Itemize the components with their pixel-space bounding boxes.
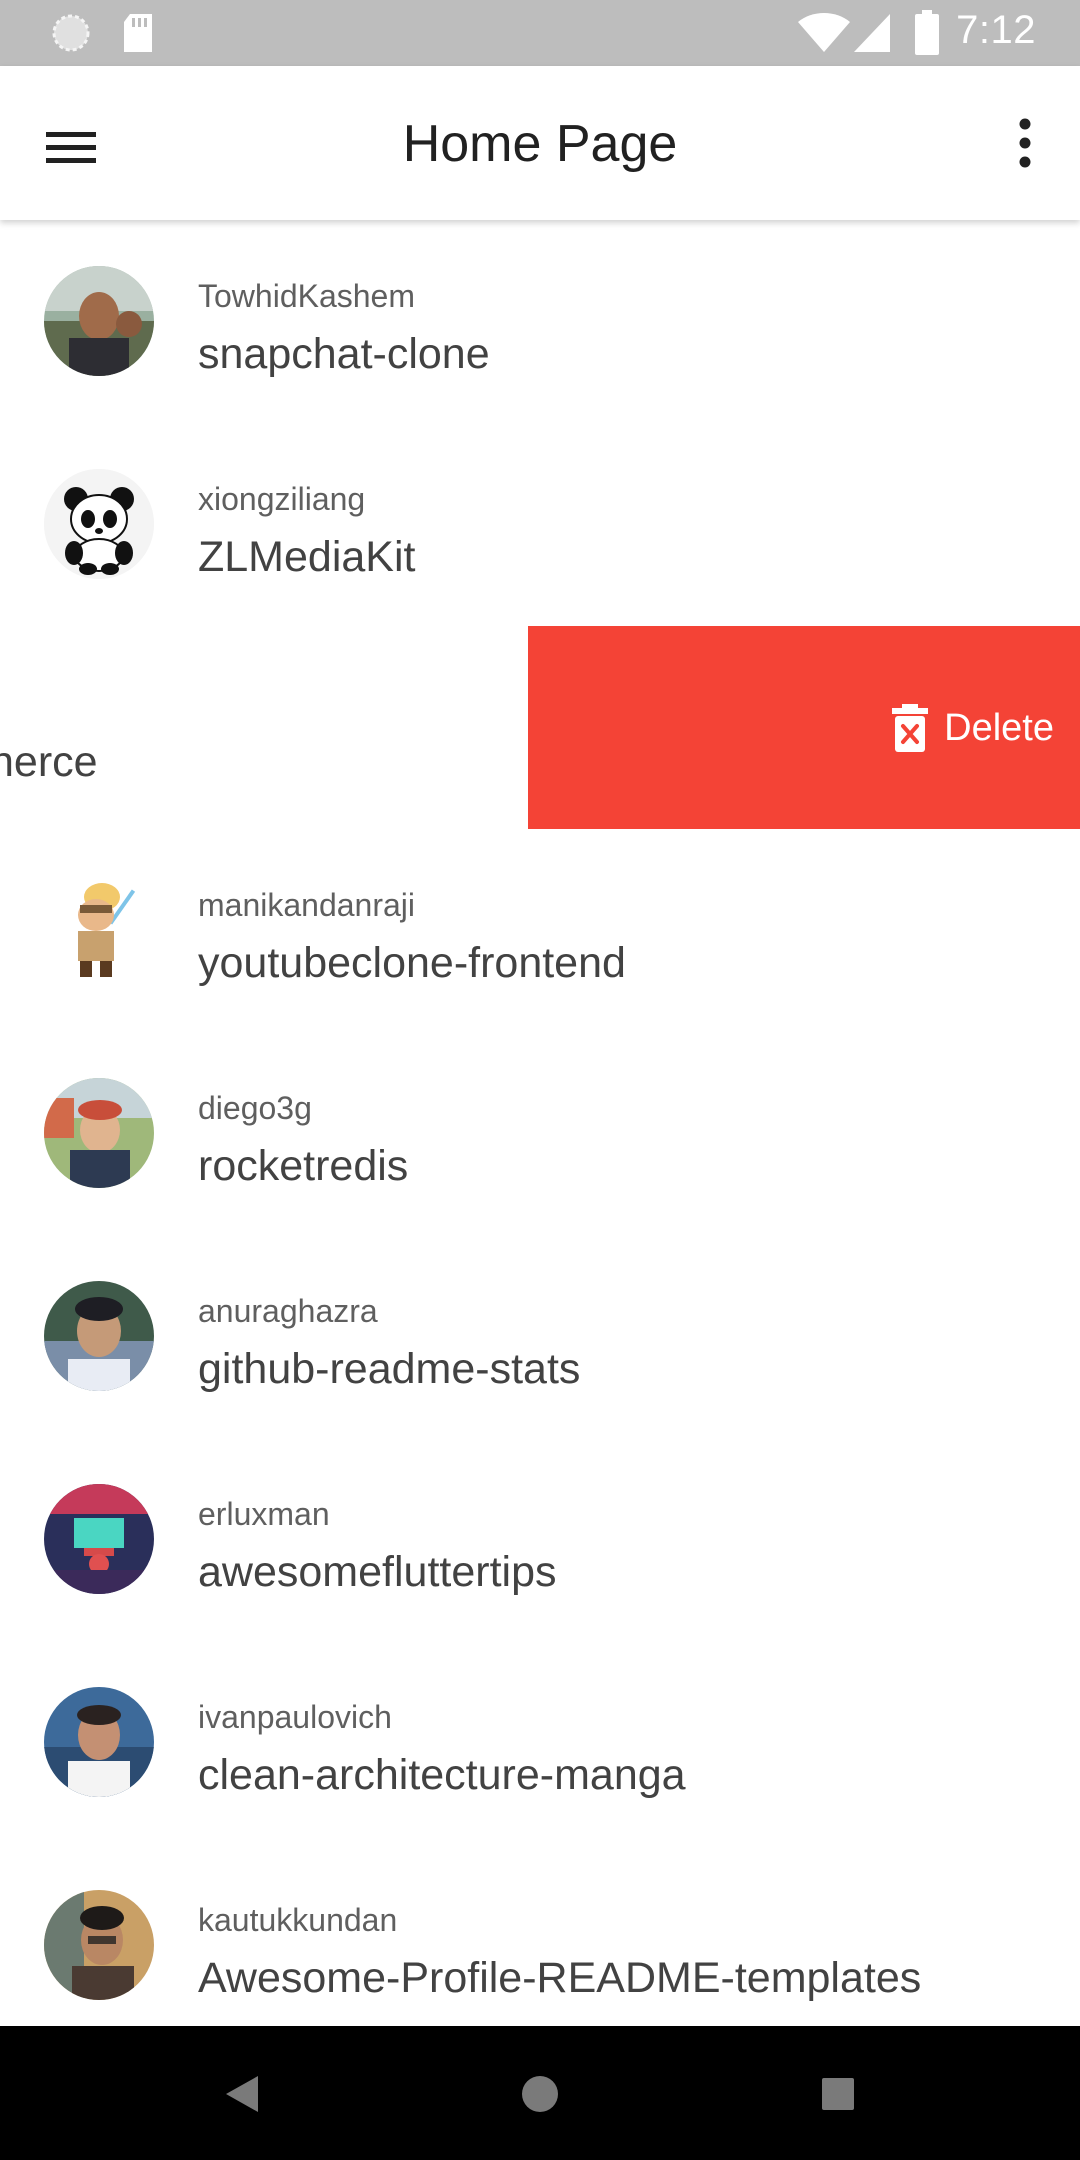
repo-name: rocketredis: [198, 1142, 409, 1190]
repo-owner: ivanpaulovich: [198, 1699, 392, 1735]
repo-owner: erluxman: [198, 1496, 330, 1532]
repo-owner: xiongziliang: [198, 481, 366, 517]
repo-name: ZLMediaKit: [198, 533, 416, 581]
list-item[interactable]: manikandanraji youtubeclone-frontend: [0, 829, 1080, 1032]
home-icon[interactable]: [508, 2062, 572, 2126]
list-item[interactable]: diego3g rocketredis: [0, 1032, 1080, 1235]
repo-name: clean-architecture-manga: [198, 1751, 686, 1799]
list-item[interactable]: xiongziliang ZLMediaKit: [0, 423, 1080, 626]
repo-name: snapchat-clone: [198, 330, 490, 378]
repo-name: github-readme-stats: [198, 1345, 581, 1393]
delete-forever-icon: [892, 704, 929, 752]
delete-label: Delete: [944, 706, 1054, 749]
avatar: [44, 469, 154, 579]
avatar: [44, 1687, 154, 1797]
repo-name: youtubeclone-frontend: [198, 939, 626, 987]
repo-owner: diego3g: [198, 1090, 312, 1126]
avatar: [44, 266, 154, 376]
avatar: [44, 875, 154, 985]
status-bar: 7:12: [0, 0, 1080, 66]
avatar: [44, 1484, 154, 1594]
page-title: Home Page: [402, 115, 678, 173]
avatar: [44, 1281, 154, 1391]
repo-name: nerce: [0, 738, 98, 786]
recents-icon[interactable]: [806, 2062, 870, 2126]
repo-owner: anuraghazra: [198, 1293, 378, 1329]
list-item[interactable]: anuraghazra github-readme-stats: [0, 1235, 1080, 1438]
app-bar: Home Page: [0, 66, 1080, 220]
system-nav-bar: [0, 2026, 1080, 2160]
delete-button[interactable]: Delete: [890, 702, 1054, 754]
back-icon[interactable]: [210, 2062, 274, 2126]
repo-name: awesomefluttertips: [198, 1548, 557, 1596]
list-item[interactable]: TowhidKashem snapchat-clone: [0, 220, 1080, 423]
sync-icon: [52, 14, 90, 52]
more-vert-icon: [1019, 118, 1031, 168]
more-options-button[interactable]: [990, 106, 1060, 180]
avatar: [44, 1078, 154, 1188]
swiped-list-item[interactable]: nerce Delete: [0, 626, 1080, 829]
wifi-icon: [798, 13, 850, 52]
sd-card-icon: [124, 14, 152, 52]
battery-icon: [915, 10, 939, 55]
repo-owner: kautukkundan: [198, 1902, 398, 1938]
signal-icon: [854, 14, 890, 52]
delete-action-background[interactable]: Delete: [528, 626, 1080, 829]
list-item[interactable]: erluxman awesomefluttertips: [0, 1438, 1080, 1641]
avatar: [44, 1890, 154, 2000]
repo-name: Awesome-Profile-README-templates: [198, 1954, 922, 2002]
list-item[interactable]: kautukkundan Awesome-Profile-README-temp…: [0, 1844, 1080, 2026]
repo-owner: TowhidKashem: [198, 278, 415, 314]
repo-owner: manikandanraji: [198, 887, 416, 923]
status-time: 7:12: [956, 8, 1036, 52]
list-item[interactable]: ivanpaulovich clean-architecture-manga: [0, 1641, 1080, 1844]
repo-list: TowhidKashem snapchat-clone xiongziliang…: [0, 220, 1080, 2026]
